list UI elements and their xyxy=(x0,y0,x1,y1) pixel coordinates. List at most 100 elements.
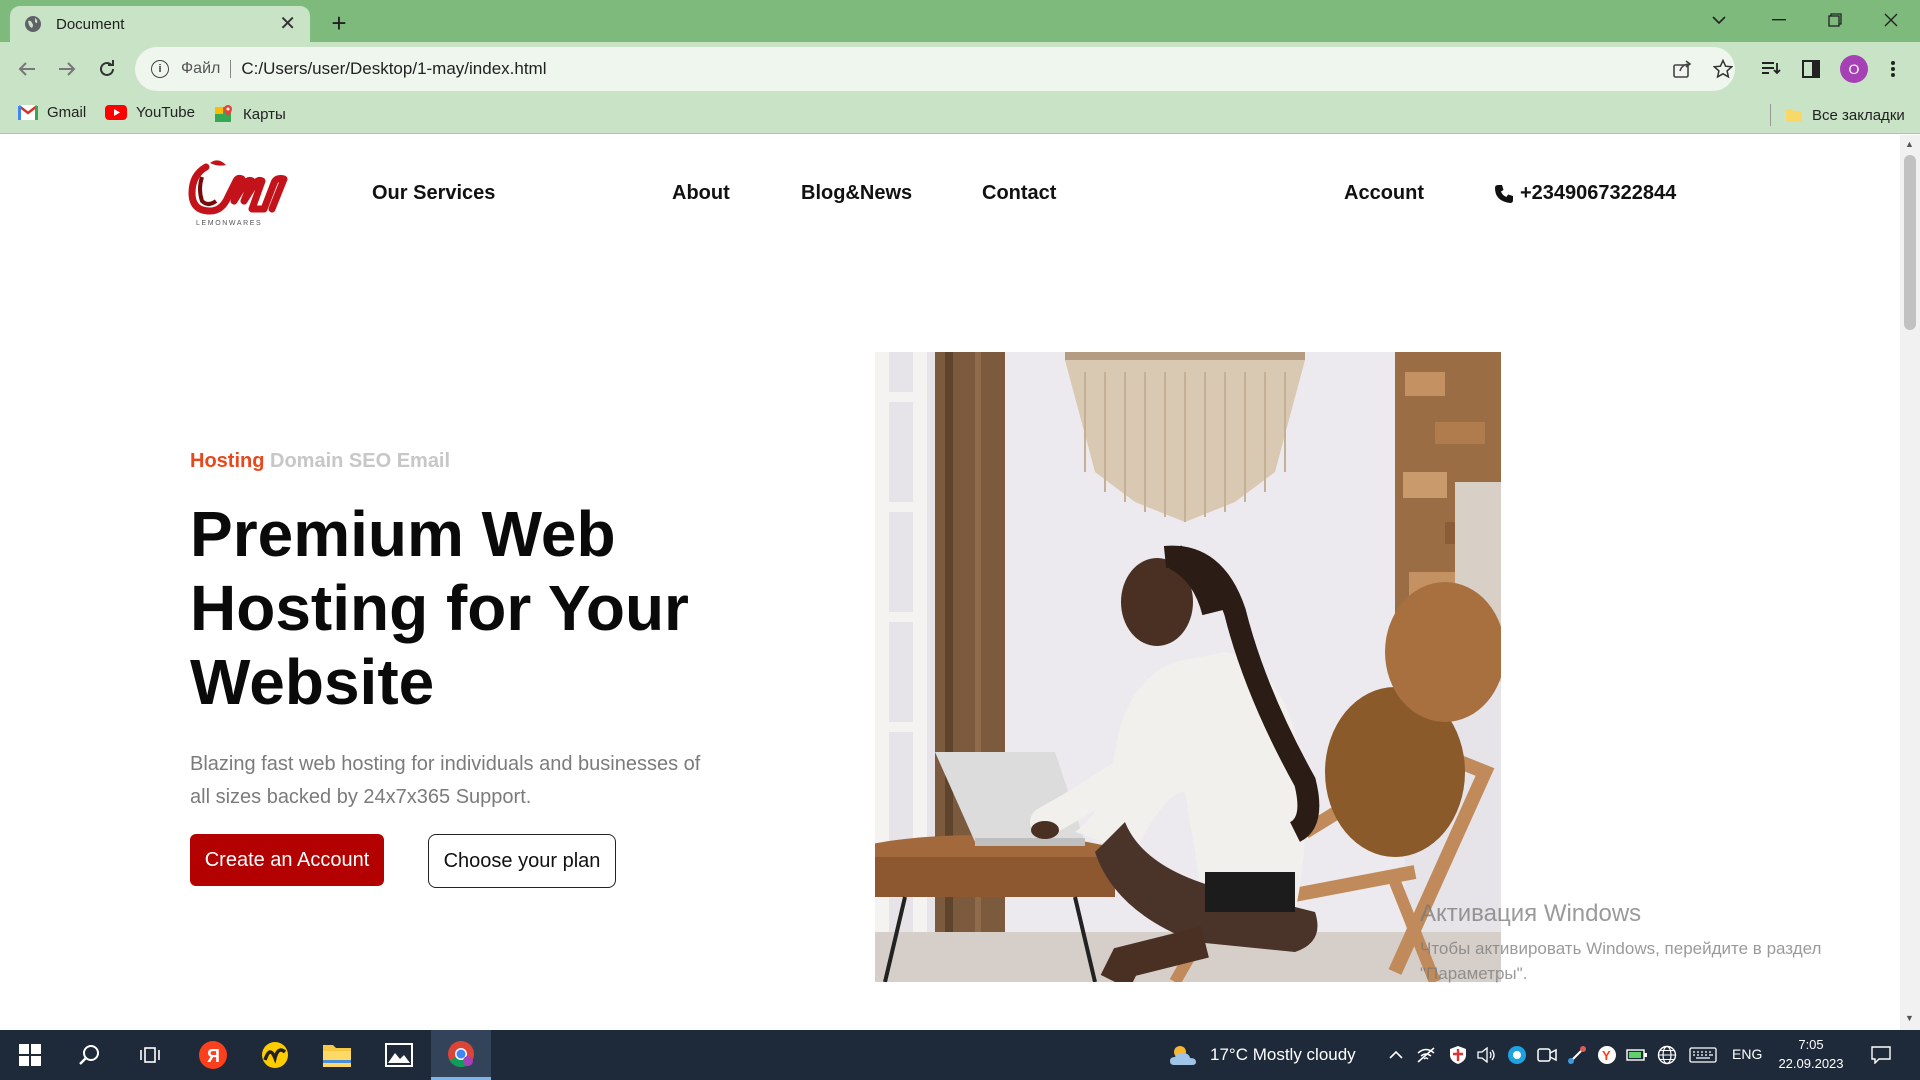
chrome-taskbar-button[interactable] xyxy=(431,1030,491,1080)
globe-icon xyxy=(25,16,41,32)
hero-tag-active[interactable]: Hosting xyxy=(190,450,264,472)
weather-cloud-icon[interactable] xyxy=(1168,1044,1200,1066)
volume-icon[interactable] xyxy=(1476,1044,1498,1066)
folder-icon xyxy=(323,1045,351,1067)
bluetooth-sync-icon[interactable] xyxy=(1566,1044,1588,1066)
hero-service-tags: Hosting Domain SEO Email xyxy=(190,450,450,473)
bookmark-maps[interactable]: Карты xyxy=(214,104,286,124)
notifications-icon[interactable] xyxy=(1870,1044,1892,1066)
start-button[interactable] xyxy=(0,1030,60,1080)
chrome-icon xyxy=(448,1040,474,1067)
windows-activation-subtitle: Чтобы активировать Windows, перейдите в … xyxy=(1420,939,1822,983)
hero-photo-woman-laptop xyxy=(875,352,1501,982)
share-icon[interactable] xyxy=(1670,56,1696,82)
scroll-thumb[interactable] xyxy=(1904,155,1916,330)
close-tab-icon[interactable]: ✕ xyxy=(279,14,296,34)
tab-search-icon[interactable] xyxy=(1694,0,1744,40)
security-shield-icon[interactable] xyxy=(1447,1044,1469,1066)
network-offline-icon[interactable] xyxy=(1415,1044,1437,1066)
all-bookmarks[interactable]: Все закладки xyxy=(1770,104,1905,126)
restore-button[interactable] xyxy=(1810,0,1860,40)
nav-about[interactable]: About xyxy=(672,182,730,205)
folder-icon xyxy=(1786,109,1802,122)
site-info-icon[interactable]: i xyxy=(151,60,169,78)
hero-title-line: Hosting for Your xyxy=(190,572,689,644)
nav-our-services[interactable]: Our Services xyxy=(372,182,495,205)
profile-avatar[interactable]: O xyxy=(1840,55,1868,83)
hero-title-line: Premium Web xyxy=(190,498,616,570)
page-viewport: LEMONWARES Our Services About Blog&News … xyxy=(0,135,1900,1030)
all-bookmarks-label: Все закладки xyxy=(1812,106,1905,124)
yandex-tray-icon[interactable]: Y xyxy=(1596,1044,1618,1066)
phone-link[interactable]: +2349067322844 xyxy=(1494,182,1676,205)
close-window-button[interactable] xyxy=(1866,0,1916,40)
task-view-button[interactable] xyxy=(120,1030,180,1080)
battery-charging-icon[interactable] xyxy=(1626,1044,1648,1066)
bookmark-youtube-label: YouTube xyxy=(136,104,195,121)
hero-title: Premium Web Hosting for Your Website xyxy=(190,497,750,719)
music-app-icon xyxy=(262,1042,288,1068)
forward-arrow-icon[interactable] xyxy=(53,55,81,83)
svg-text:Я: Я xyxy=(207,1046,220,1066)
scroll-up-arrow-icon[interactable]: ▲ xyxy=(1905,139,1914,149)
clock-time: 7:05 xyxy=(1798,1037,1824,1052)
search-icon xyxy=(79,1045,99,1065)
task-view-icon xyxy=(140,1047,160,1063)
page-scrollbar[interactable]: ▲ ▼ xyxy=(1900,135,1920,1030)
bookmark-maps-label: Карты xyxy=(243,105,286,123)
nav-contact[interactable]: Contact xyxy=(982,182,1056,205)
meet-now-icon[interactable] xyxy=(1536,1044,1558,1066)
clock-date: 22.09.2023 xyxy=(1778,1056,1844,1071)
weather-text[interactable]: 17°C Mostly cloudy xyxy=(1210,1045,1356,1065)
tab-strip: Document ✕ + xyxy=(0,0,1920,42)
choose-plan-button[interactable]: Choose your plan xyxy=(428,834,616,888)
file-explorer-button[interactable] xyxy=(307,1030,367,1080)
address-bar[interactable]: i Файл C:/Users/user/Desktop/1-may/index… xyxy=(135,47,1735,91)
bookmarks-bar: Gmail YouTube Карты Все закладки xyxy=(0,96,1920,134)
maps-icon xyxy=(215,105,232,122)
svg-text:Y: Y xyxy=(1602,1048,1611,1063)
yandex-icon: Я xyxy=(199,1041,227,1069)
show-hidden-icons-chevron-icon[interactable] xyxy=(1385,1044,1407,1066)
minimize-button[interactable] xyxy=(1754,0,1804,40)
scroll-down-arrow-icon[interactable]: ▼ xyxy=(1905,1013,1914,1023)
reading-list-icon[interactable] xyxy=(1758,56,1784,82)
gmail-icon xyxy=(18,105,38,120)
browser-toolbar: i Файл C:/Users/user/Desktop/1-may/index… xyxy=(0,42,1920,96)
phone-number: +2349067322844 xyxy=(1520,182,1677,204)
windows-activation-title: Активация Windows xyxy=(1420,900,1642,927)
bookmark-gmail[interactable]: Gmail xyxy=(18,104,86,121)
search-button[interactable] xyxy=(60,1030,120,1080)
hero-tag-rest[interactable]: Domain SEO Email xyxy=(270,450,450,472)
browser-menu-icon[interactable] xyxy=(1880,56,1906,82)
reload-icon[interactable] xyxy=(93,55,121,83)
youtube-icon xyxy=(105,105,127,120)
address-url[interactable]: C:/Users/user/Desktop/1-may/index.html xyxy=(241,59,546,79)
input-language[interactable]: ENG xyxy=(1732,1046,1762,1062)
nav-blog-news[interactable]: Blog&News xyxy=(801,182,912,205)
browser-tab[interactable]: Document ✕ xyxy=(10,6,310,42)
nav-account[interactable]: Account xyxy=(1344,182,1424,205)
windows-taskbar: Я 17°C Mostly cloudy Y ENG 7:05 22.09.20… xyxy=(0,1030,1920,1080)
touch-keyboard-icon[interactable] xyxy=(1688,1044,1718,1066)
clock[interactable]: 7:05 22.09.2023 xyxy=(1775,1035,1847,1073)
yandex-browser-button[interactable]: Я xyxy=(183,1030,243,1080)
site-logo[interactable]: LEMONWARES xyxy=(188,159,292,229)
side-panel-icon[interactable] xyxy=(1798,56,1824,82)
hero-subtitle: Blazing fast web hosting for individuals… xyxy=(190,753,701,808)
windows-logo-icon xyxy=(19,1044,41,1066)
create-account-button[interactable]: Create an Account xyxy=(190,834,384,886)
phone-icon xyxy=(1495,184,1513,203)
tab-title: Document xyxy=(56,15,125,33)
new-tab-button[interactable]: + xyxy=(324,8,354,38)
photos-button[interactable] xyxy=(369,1030,429,1080)
language-globe-icon[interactable] xyxy=(1656,1044,1678,1066)
back-arrow-icon[interactable] xyxy=(13,55,41,83)
edge-app-icon[interactable] xyxy=(1506,1044,1528,1066)
hero-title-line: Website xyxy=(190,646,435,718)
bookmark-star-icon[interactable] xyxy=(1710,56,1736,82)
bookmark-gmail-label: Gmail xyxy=(47,104,87,121)
photos-icon xyxy=(385,1043,413,1067)
bookmark-youtube[interactable]: YouTube xyxy=(105,104,195,121)
yandex-music-button[interactable] xyxy=(245,1030,305,1080)
